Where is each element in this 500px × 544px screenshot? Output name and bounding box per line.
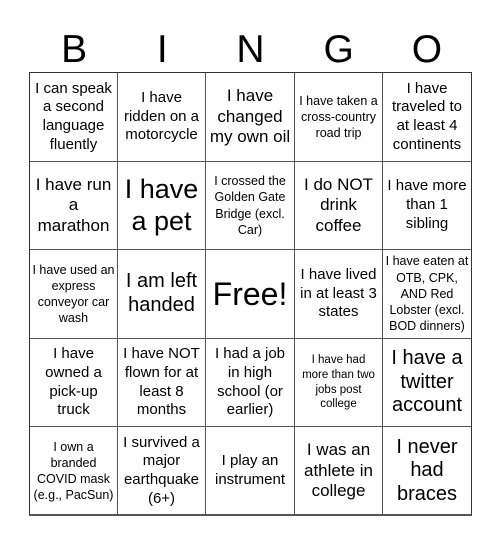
header-letter-g: G xyxy=(323,28,354,71)
bingo-cell[interactable]: I have owned a pick-up truck xyxy=(30,339,118,427)
cell-text: I play an instrument xyxy=(214,452,286,488)
header-letter-n: N xyxy=(236,28,265,71)
cell-text: I crossed the Golden Gate Bridge (excl. … xyxy=(214,174,286,237)
header-letter-i: I xyxy=(156,28,168,71)
bingo-header: B I N G O xyxy=(30,27,471,72)
cell-text: I have more than 1 sibling xyxy=(387,177,467,232)
bingo-cell[interactable]: I am left handed xyxy=(118,250,206,339)
free-space-text: Free! xyxy=(212,276,288,312)
cell-text: I am left handed xyxy=(125,270,198,316)
bingo-cell[interactable]: I have used an express conveyor car wash xyxy=(30,250,118,339)
bingo-cell[interactable]: I have NOT flown for at least 8 months xyxy=(118,339,206,427)
cell-text: I do NOT drink coffee xyxy=(304,174,373,235)
cell-text: I had a job in high school (or earlier) xyxy=(214,345,286,419)
cell-text: I was an athlete in college xyxy=(304,440,373,501)
cell-text: I have used an express conveyor car wash xyxy=(32,262,115,326)
cell-text: I have run a marathon xyxy=(35,174,112,235)
free-space-cell[interactable]: Free! xyxy=(206,250,295,339)
header-letter-o: O xyxy=(411,28,443,71)
bingo-cell[interactable]: I have ridden on a motorcycle xyxy=(118,73,206,162)
bingo-cell[interactable]: I have traveled to at least 4 continents xyxy=(383,73,471,162)
bingo-cell[interactable]: I survived a major earthquake (6+) xyxy=(118,427,206,515)
cell-text: I have taken a cross-country road trip xyxy=(299,93,378,141)
bingo-board: I can speak a second language fluently I… xyxy=(29,72,472,516)
cell-text: I never had braces xyxy=(396,435,458,505)
bingo-cell[interactable]: I do NOT drink coffee xyxy=(295,162,383,250)
cell-text: I own a branded COVID mask (e.g., PacSun… xyxy=(33,439,114,503)
bingo-cell[interactable]: I play an instrument xyxy=(206,427,295,515)
bingo-cell[interactable]: I have run a marathon xyxy=(30,162,118,250)
cell-text: I have lived in at least 3 states xyxy=(300,265,377,321)
header-letter-b: B xyxy=(61,28,88,71)
bingo-cell[interactable]: I had a job in high school (or earlier) xyxy=(206,339,295,427)
cell-text: I have a pet xyxy=(124,174,199,236)
cell-text: I have changed my own oil xyxy=(209,86,291,147)
bingo-cell[interactable]: I crossed the Golden Gate Bridge (excl. … xyxy=(206,162,295,250)
bingo-cell[interactable]: I have changed my own oil xyxy=(206,73,295,162)
cell-text: I can speak a second language fluently xyxy=(35,79,112,153)
bingo-cell[interactable]: I have had more than two jobs post colle… xyxy=(295,339,383,427)
bingo-cell[interactable]: I have a pet xyxy=(118,162,206,250)
cell-text: I have had more than two jobs post colle… xyxy=(302,353,375,411)
bingo-cell[interactable]: I have a twitter account xyxy=(383,339,471,427)
cell-text: I survived a major earthquake (6+) xyxy=(123,433,200,507)
bingo-cell[interactable]: I have lived in at least 3 states xyxy=(295,250,383,339)
cell-text: I have NOT flown for at least 8 months xyxy=(123,345,200,419)
bingo-cell[interactable]: I can speak a second language fluently xyxy=(30,73,118,162)
cell-text: I have eaten at OTB, CPK, AND Red Lobste… xyxy=(385,254,469,334)
cell-text: I have a twitter account xyxy=(391,347,463,417)
bingo-cell[interactable]: I was an athlete in college xyxy=(295,427,383,515)
cell-text: I have traveled to at least 4 continents xyxy=(391,79,463,153)
cell-text: I have owned a pick-up truck xyxy=(45,345,102,419)
bingo-cell[interactable]: I have eaten at OTB, CPK, AND Red Lobste… xyxy=(383,250,471,339)
bingo-cell[interactable]: I own a branded COVID mask (e.g., PacSun… xyxy=(30,427,118,515)
bingo-cell[interactable]: I have more than 1 sibling xyxy=(383,162,471,250)
bingo-cell[interactable]: I never had braces xyxy=(383,427,471,515)
bingo-cell[interactable]: I have taken a cross-country road trip xyxy=(295,73,383,162)
cell-text: I have ridden on a motorcycle xyxy=(123,88,200,144)
